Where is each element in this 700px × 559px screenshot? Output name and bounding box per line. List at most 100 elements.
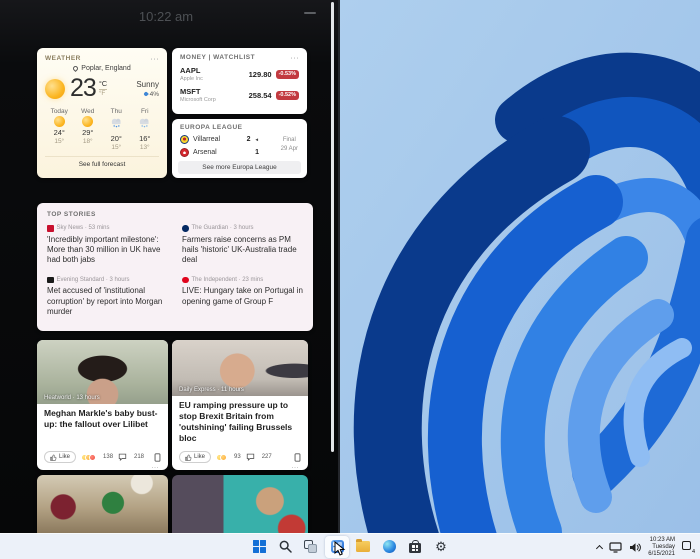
story-headline[interactable]: 'Incredibly important milestone': More t… (47, 235, 168, 266)
article-headline[interactable]: EU ramping pressure up to stop Brexit Br… (172, 396, 308, 444)
money-watchlist-widget[interactable]: MONEY | WATCHLIST ⋯ AAPL Apple Inc 129.8… (172, 48, 307, 114)
desktop: 10:22 am WEATHER ⋯ Poplar, England 23 °C… (0, 0, 700, 559)
forecast-day: Wed (74, 108, 103, 115)
match-status-label: Final (281, 136, 298, 145)
raindrop-icon (143, 91, 149, 97)
stock-change-badge: -0.52% (276, 91, 299, 100)
notification-icon (682, 541, 691, 550)
like-button[interactable]: Like (44, 451, 76, 463)
stock-price: 129.80 (249, 70, 272, 79)
story-headline[interactable]: LIVE: Hungary take on Portugal in openin… (182, 286, 303, 307)
fahrenheit-label[interactable]: °F (99, 91, 107, 98)
story-item[interactable]: The Independent · 23 mins LIVE: Hungary … (182, 277, 303, 318)
stock-price: 258.54 (249, 91, 272, 100)
top-stories-widget[interactable]: TOP STORIES Sky News · 53 mins 'Incredib… (37, 203, 313, 331)
article-headline[interactable]: Meghan Markle's baby bust-up: the fallou… (37, 404, 168, 430)
arsenal-crest-icon (180, 148, 189, 157)
stock-symbol: MSFT (180, 87, 216, 96)
photo-card-partial-right[interactable] (172, 475, 308, 533)
forecast-col: Today 24° 15° (45, 108, 74, 151)
article-photo[interactable]: Heatworld · 13 hours (37, 340, 168, 404)
forecast-col: Wed 29° 18° (74, 108, 103, 151)
stock-company: Apple Inc (180, 76, 203, 82)
story-item[interactable]: The Guardian · 3 hours Farmers raise con… (182, 225, 303, 266)
weather-widget[interactable]: WEATHER ⋯ Poplar, England 23 °C °F Sunny (37, 48, 167, 178)
gear-icon: ⚙ (435, 540, 447, 553)
stock-company: Microsoft Corp (180, 97, 216, 103)
celsius-label[interactable]: °C (99, 80, 107, 90)
team-name: Arsenal (193, 149, 251, 156)
clock-day: Tuesday (648, 544, 675, 551)
story-meta: The Independent · 23 mins (192, 277, 264, 283)
network-icon[interactable] (609, 542, 622, 553)
forecast-high: 29° (74, 128, 103, 137)
like-button[interactable]: Like (179, 451, 211, 463)
settings-button[interactable]: ⚙ (429, 536, 453, 558)
weather-condition: Sunny (136, 80, 159, 89)
stock-row[interactable]: AAPL Apple Inc 129.80 -0.53% (180, 66, 299, 82)
team-score: 2 (247, 136, 251, 143)
match-date: 29 Apr (281, 145, 298, 154)
forecast-high: 16° (131, 134, 160, 143)
start-button[interactable] (247, 536, 271, 558)
comment-count: 227 (262, 454, 272, 460)
forecast-col: Thu 20° 15° (102, 108, 131, 151)
see-full-forecast-link[interactable]: See full forecast (45, 156, 159, 172)
match-status: Final 29 Apr (281, 136, 298, 154)
precipitation-value: 4% (150, 91, 159, 98)
location-pin-icon (72, 65, 79, 72)
forecast-day: Thu (102, 108, 131, 115)
reaction-emojis-icon[interactable] (216, 454, 227, 461)
microsoft-store-button[interactable] (403, 536, 427, 558)
weather-more-menu-icon[interactable]: ⋯ (150, 57, 159, 61)
europa-league-widget[interactable]: EUROPA LEAGUE Villarreal 2 ◄ Arsenal 1 F… (172, 119, 307, 178)
tray-overflow-chevron-icon[interactable] (596, 544, 603, 551)
reaction-count: 93 (234, 454, 241, 460)
windows-logo-icon (253, 540, 266, 553)
story-headline[interactable]: Met accused of 'institutional corruption… (47, 286, 168, 317)
weather-temp: 23 (70, 74, 96, 103)
news-card-brexit[interactable]: Daily Express · 11 hours EU ramping pres… (172, 340, 308, 470)
news-card-meghan[interactable]: Heatworld · 13 hours Meghan Markle's bab… (37, 340, 168, 470)
search-icon (279, 540, 292, 553)
story-item[interactable]: Sky News · 53 mins 'Incredibly important… (47, 225, 168, 266)
panel-scrollbar[interactable] (331, 2, 334, 452)
team-name: Villarreal (193, 136, 243, 143)
reaction-emojis-icon[interactable] (81, 454, 96, 461)
task-view-button[interactable] (299, 536, 323, 558)
story-meta: The Guardian · 3 hours (192, 225, 254, 231)
article-source-meta: Daily Express · 11 hours (179, 387, 244, 393)
photo-card-partial-left[interactable] (37, 475, 168, 533)
article-photo[interactable]: Daily Express · 11 hours (172, 340, 308, 396)
stock-row[interactable]: MSFT Microsoft Corp 258.54 -0.52% (180, 87, 299, 103)
file-explorer-button[interactable] (351, 536, 375, 558)
card-options-icon[interactable]: … (291, 461, 299, 470)
widgets-panel: 10:22 am WEATHER ⋯ Poplar, England 23 °C… (0, 0, 340, 533)
see-more-europa-league-button[interactable]: See more Europa League (178, 161, 301, 174)
guardian-logo-icon (182, 225, 189, 232)
rain-icon (138, 117, 151, 128)
comment-icon[interactable] (246, 453, 255, 461)
like-label: Like (194, 454, 205, 460)
story-headline[interactable]: Farmers raise concerns as PM hails 'hist… (182, 235, 303, 266)
weather-location: Poplar, England (81, 65, 130, 72)
notification-center-button[interactable]: 4 (682, 541, 694, 553)
money-more-menu-icon[interactable]: ⋯ (290, 56, 299, 60)
unit-toggle[interactable]: °C °F (99, 80, 107, 97)
card-options-icon[interactable]: … (151, 461, 159, 470)
panel-minimize-dash[interactable] (304, 12, 316, 14)
comment-icon[interactable] (118, 453, 127, 461)
stock-change-badge: -0.53% (276, 70, 299, 79)
story-item[interactable]: Evening Standard · 3 hours Met accused o… (47, 277, 168, 318)
independent-logo-icon (182, 277, 189, 284)
clock-time: 10:23 AM (648, 537, 675, 544)
notification-badge: 4 (692, 549, 695, 555)
volume-icon[interactable] (629, 542, 641, 553)
search-button[interactable] (273, 536, 297, 558)
taskbar-clock[interactable]: 10:23 AM Tuesday 6/15/2021 (648, 537, 675, 558)
edge-browser-button[interactable] (377, 536, 401, 558)
evening-standard-logo-icon (47, 277, 54, 284)
winner-marker-icon: ◄ (255, 137, 259, 142)
top-stories-title: TOP STORIES (47, 211, 303, 218)
story-meta: Evening Standard · 3 hours (57, 277, 130, 283)
